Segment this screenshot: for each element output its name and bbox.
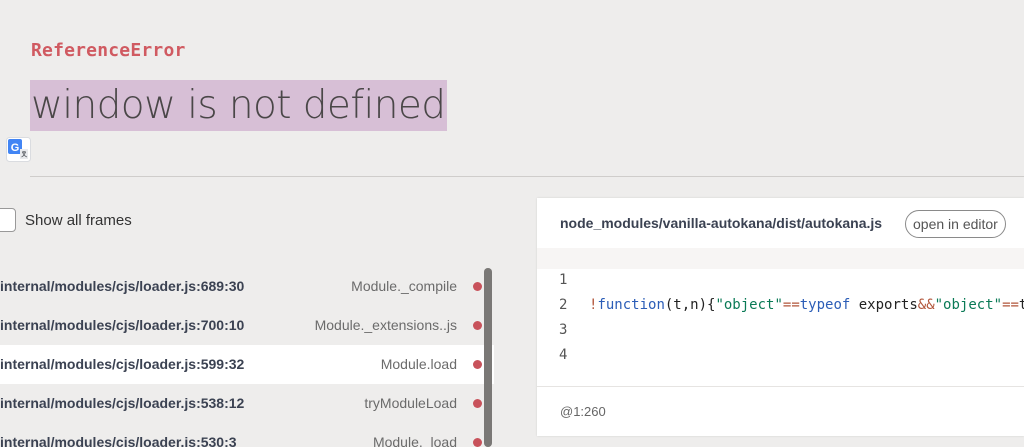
code-line: 4 [537, 343, 1024, 368]
frame-function-name: Module.load [380, 356, 457, 372]
frames-scrollbar-thumb[interactable] [484, 268, 492, 447]
header-divider [30, 176, 1024, 177]
line-number: 2 [559, 297, 568, 313]
frame-file-location: internal/modules/cjs/loader.js:530:3 [0, 434, 237, 447]
line-number: 1 [559, 272, 568, 288]
frame-status-dot [473, 360, 482, 369]
code-line: 1 [537, 268, 1024, 293]
frame-file-location: internal/modules/cjs/loader.js:700:10 [0, 317, 245, 333]
frame-status-dot [473, 438, 482, 447]
frame-function-name: Module._load [372, 434, 457, 447]
stack-frame-row-selected[interactable]: internal/modules/cjs/loader.js:599:32 Mo… [0, 345, 494, 384]
stack-frame-row[interactable]: internal/modules/cjs/loader.js:538:12 tr… [0, 384, 494, 423]
code-line: 2 !function(t,n){"object"==typeof export… [537, 293, 1024, 318]
google-translate-icon[interactable]: G [6, 137, 31, 162]
source-panel: node_modules/vanilla-autokana/dist/autok… [537, 198, 1024, 436]
source-footer: @1:260 [537, 386, 1024, 436]
code-line: 3 [537, 318, 1024, 343]
line-number: 4 [559, 347, 568, 363]
stack-frame-row[interactable]: internal/modules/cjs/loader.js:530:3 Mod… [0, 423, 494, 447]
frame-function-name: Module._compile [351, 278, 457, 294]
cursor-location: @1:260 [560, 404, 606, 419]
code-text: !function(t,n){"object"==typeof exports&… [589, 297, 1024, 313]
error-type: ReferenceError [31, 40, 186, 61]
frame-function-name: Module._extensions..js [314, 317, 457, 333]
frame-file-location: internal/modules/cjs/loader.js:599:32 [0, 356, 245, 372]
open-in-editor-button[interactable]: open in editor [905, 210, 1006, 238]
error-message: window is not defined [30, 80, 448, 131]
frame-function-name: tryModuleLoad [364, 395, 457, 411]
stack-frame-row[interactable]: internal/modules/cjs/loader.js:700:10 Mo… [0, 306, 494, 345]
show-all-frames-label: Show all frames [25, 211, 132, 229]
frame-file-location: internal/modules/cjs/loader.js:538:12 [0, 395, 245, 411]
svg-text:G: G [11, 142, 20, 154]
source-header: node_modules/vanilla-autokana/dist/autok… [537, 198, 1024, 248]
line-number: 3 [559, 322, 568, 338]
source-file-path: node_modules/vanilla-autokana/dist/autok… [560, 215, 883, 231]
frame-status-dot [473, 321, 482, 330]
frame-status-dot [473, 282, 482, 291]
stack-frames-list: internal/modules/cjs/loader.js:689:30 Mo… [0, 267, 494, 447]
frame-file-location: internal/modules/cjs/loader.js:689:30 [0, 278, 245, 294]
code-viewer: 1 2 !function(t,n){"object"==typeof expo… [537, 248, 1024, 386]
code-top-strip [537, 248, 1024, 269]
show-all-frames-toggle[interactable]: Show all frames [0, 208, 132, 232]
stack-frame-row[interactable]: internal/modules/cjs/loader.js:689:30 Mo… [0, 267, 494, 306]
frame-status-dot [473, 399, 482, 408]
show-all-frames-checkbox[interactable] [0, 208, 16, 232]
